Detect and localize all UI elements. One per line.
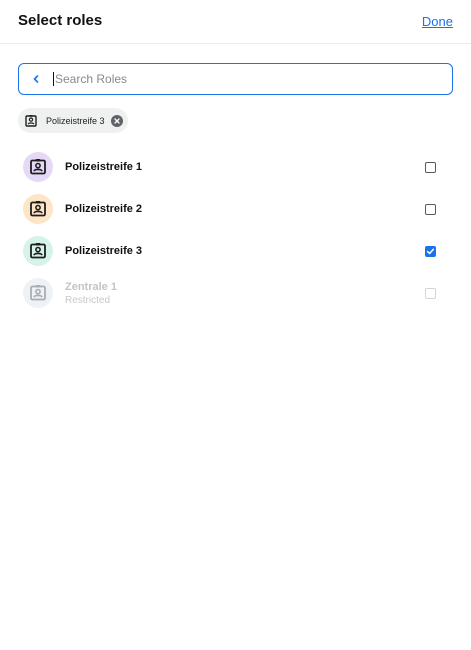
role-name: Polizeistreife 3 [65,245,143,257]
role-avatar [23,278,53,308]
badge-icon [30,159,46,175]
role-avatar [23,194,53,224]
badge-icon [30,243,46,259]
role-name: Zentrale 1 [65,280,117,293]
role-name: Polizeistreife 2 [65,203,143,215]
role-restricted-label: Restricted [65,294,111,306]
search-input[interactable] [54,69,415,89]
back-chevron-icon[interactable] [21,64,51,94]
role-list: Polizeistreife 1 Polizeistreife 2 Polize… [0,146,471,314]
role-row-disabled: Zentrale 1 Restricted [0,272,471,314]
badge-icon [30,201,46,217]
chip-remove-icon[interactable] [110,114,123,127]
role-checkbox-disabled [425,288,436,299]
chip-label: Polizeistreife 3 [46,115,105,126]
done-button[interactable]: Done [422,14,453,29]
role-checkbox-checked[interactable] [425,246,436,257]
role-row[interactable]: Polizeistreife 3 [0,230,471,272]
role-row[interactable]: Polizeistreife 1 [0,146,471,188]
header: Select roles Done [0,0,471,44]
page-title: Select roles [18,12,103,29]
role-row[interactable]: Polizeistreife 2 [0,188,471,230]
checkmark-icon [426,248,435,255]
badge-icon [24,114,38,128]
search-bar [18,63,453,95]
selected-role-chip: Polizeistreife 3 [18,108,128,133]
role-name: Polizeistreife 1 [65,161,143,173]
badge-icon [30,285,46,301]
role-checkbox[interactable] [425,162,436,173]
role-checkbox[interactable] [425,204,436,215]
role-avatar [23,236,53,266]
role-avatar [23,152,53,182]
